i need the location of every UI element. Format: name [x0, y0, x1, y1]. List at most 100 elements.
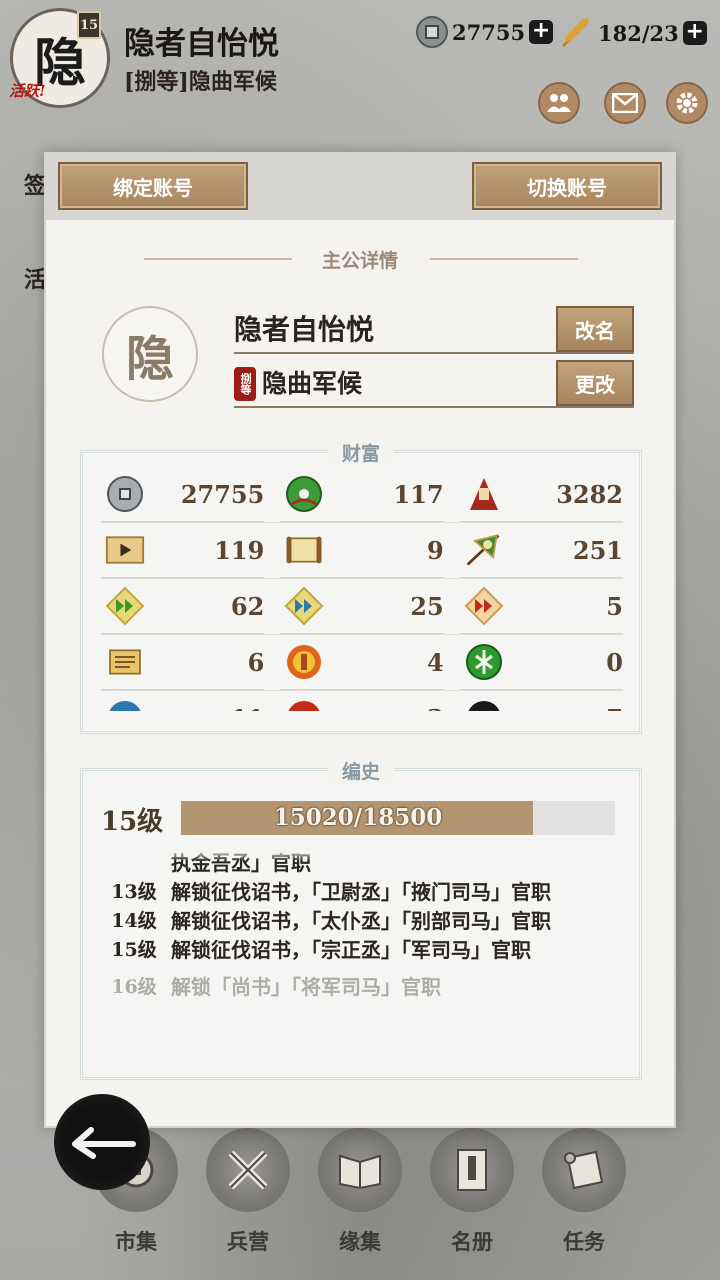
player-avatar[interactable]: 隐 15 活跃!: [9, 8, 110, 108]
wealth-value: 3282: [556, 479, 623, 509]
add-coin-button[interactable]: +: [529, 20, 554, 44]
roster-book-icon: [430, 1128, 514, 1212]
blue-orb-icon: [105, 698, 145, 711]
wealth-row: 119 9 251: [101, 523, 623, 579]
wealth-item[interactable]: 6: [101, 635, 265, 690]
wealth-item[interactable]: 3: [280, 691, 444, 712]
wealth-value: 4: [426, 647, 444, 677]
back-arrow-icon: [72, 1127, 136, 1159]
wealth-value: 119: [214, 535, 265, 565]
lord-avatar: 隐: [102, 306, 198, 402]
wealth-row: 11 3 7: [101, 691, 623, 711]
wealth-value: 3: [427, 704, 444, 712]
green-rune-icon: [464, 642, 504, 682]
wealth-value: 62: [230, 591, 265, 621]
settings-button[interactable]: [666, 82, 708, 124]
change-title-button[interactable]: 更改: [556, 360, 634, 406]
history-level: 16级: [111, 976, 157, 998]
back-button[interactable]: [54, 1094, 150, 1190]
wealth-value: 5: [606, 591, 623, 621]
player-name: 隐者自怡悦: [124, 26, 279, 62]
wealth-row: 6 4 0: [101, 635, 623, 691]
nav-tasks[interactable]: 任务: [534, 1128, 634, 1256]
side-activity[interactable]: 活: [24, 262, 46, 294]
wealth-panel: 财富 27755 117 3282 119 9 251 62 25 5 6 4 0 11 3 7: [80, 439, 642, 734]
wealth-item[interactable]: 0: [459, 635, 623, 690]
wealth-value: 9: [426, 535, 444, 565]
speedup-red-icon: [464, 586, 504, 626]
wealth-label: 财富: [327, 439, 395, 466]
wealth-row: 62 25 5: [101, 579, 623, 635]
top-bar: 隐 15 活跃! 隐者自怡悦 [捌等]隐曲军候 27755 + 182/23 +: [0, 0, 720, 140]
decree-scroll-icon: [105, 642, 145, 682]
bind-account-button[interactable]: 绑定账号: [58, 162, 248, 210]
history-fade: [97, 849, 621, 861]
nav-barracks[interactable]: 兵营: [198, 1128, 298, 1256]
copper-coin-icon: [105, 474, 145, 514]
rank-tag: 捌等: [234, 367, 256, 401]
rename-button[interactable]: 改名: [556, 306, 634, 352]
xp-progress-bar: 15020/18500: [181, 801, 615, 835]
coin-value: 27755: [452, 19, 526, 45]
nav-market-label: 市集: [115, 1229, 157, 1254]
friends-icon: [547, 94, 571, 112]
wealth-item[interactable]: 11: [101, 691, 264, 711]
nav-roster-label: 名册: [451, 1229, 493, 1254]
black-orb-icon: [464, 698, 504, 711]
wealth-item[interactable]: 117: [280, 467, 444, 522]
wealth-item[interactable]: 119: [101, 523, 265, 578]
wealth-item[interactable]: 5: [459, 579, 623, 634]
wealth-item[interactable]: 9: [280, 523, 444, 578]
history-list[interactable]: 执金吾丞」官职 13级 解锁征伐诏书，「卫尉丞」「掖门司马」官职 14级 解锁征伐诏书，…: [97, 849, 621, 1065]
nav-fate-label: 缘集: [339, 1229, 381, 1254]
lord-name-row: 隐者自怡悦 改名: [234, 306, 634, 354]
section-title-details: 主公详情: [321, 250, 398, 272]
friends-button[interactable]: [538, 82, 580, 124]
mail-button[interactable]: [604, 82, 646, 124]
grain-value: 182/23: [598, 20, 679, 46]
wealth-item[interactable]: 7: [460, 691, 623, 711]
switch-account-button[interactable]: 切换账号: [472, 162, 662, 210]
wealth-grid[interactable]: 27755 117 3282 119 9 251 62 25 5 6 4 0 11 3 7: [101, 467, 623, 711]
speedup-green-icon: [105, 586, 145, 626]
speedup-blue-icon: [284, 586, 324, 626]
add-grain-button[interactable]: +: [682, 21, 707, 45]
wealth-value: 7: [606, 704, 623, 712]
coin-icon: [416, 16, 448, 48]
wealth-item[interactable]: 251: [459, 523, 623, 578]
wealth-value: 0: [606, 647, 623, 677]
red-orb-icon: [284, 698, 324, 711]
wealth-item[interactable]: 4: [280, 635, 444, 690]
current-level: 15级: [101, 807, 164, 837]
wealth-value: 251: [572, 535, 623, 565]
video-ticket-icon: [105, 530, 145, 570]
history-entry: 13级 解锁征伐诏书，「卫尉丞」「掖门司马」官职: [97, 878, 621, 907]
history-panel: 编史 15级 15020/18500 执金吾丞」官职 13级 解锁征伐诏书，「卫尉丞…: [80, 757, 642, 1080]
lord-title-text: 隐曲军候: [262, 369, 363, 398]
wealth-value: 25: [410, 591, 444, 621]
lord-avatar-glyph: 隐: [125, 331, 174, 387]
scroll-icon: [284, 530, 324, 570]
grain-counter: 182/23 +: [558, 16, 707, 50]
history-text: 解锁「尚书」「将军司马」官职: [171, 975, 441, 999]
nav-fate[interactable]: 缘集: [310, 1128, 410, 1256]
coin-counter: 27755 +: [416, 16, 554, 48]
wealth-item[interactable]: 62: [101, 579, 265, 634]
dialog-header: 绑定账号 切换账号: [46, 154, 674, 220]
wealth-item[interactable]: 25: [280, 579, 444, 634]
history-level: 15级: [111, 939, 157, 961]
jade-disc-icon: [284, 474, 324, 514]
wealth-item[interactable]: 3282: [459, 467, 623, 522]
scroll-task-icon: [542, 1128, 626, 1212]
wealth-value: 117: [393, 479, 444, 509]
troop-token-icon: [464, 474, 504, 514]
history-text: 解锁征伐诏书，「卫尉丞」「掖门司马」官职: [171, 880, 551, 904]
xp-text: 15020/18500: [273, 804, 443, 831]
player-title: [捌等]隐曲军候: [124, 69, 277, 95]
wealth-value: 11: [231, 704, 264, 712]
wealth-value: 27755: [180, 479, 265, 509]
lord-details-dialog: 绑定账号 切换账号 主公详情 隐 隐者自怡悦 改名 捌等 隐曲军候 更改 财富 …: [44, 152, 676, 1128]
wealth-item[interactable]: 27755: [101, 467, 265, 522]
nav-roster[interactable]: 名册: [422, 1128, 522, 1256]
side-signin[interactable]: 签: [24, 168, 46, 200]
